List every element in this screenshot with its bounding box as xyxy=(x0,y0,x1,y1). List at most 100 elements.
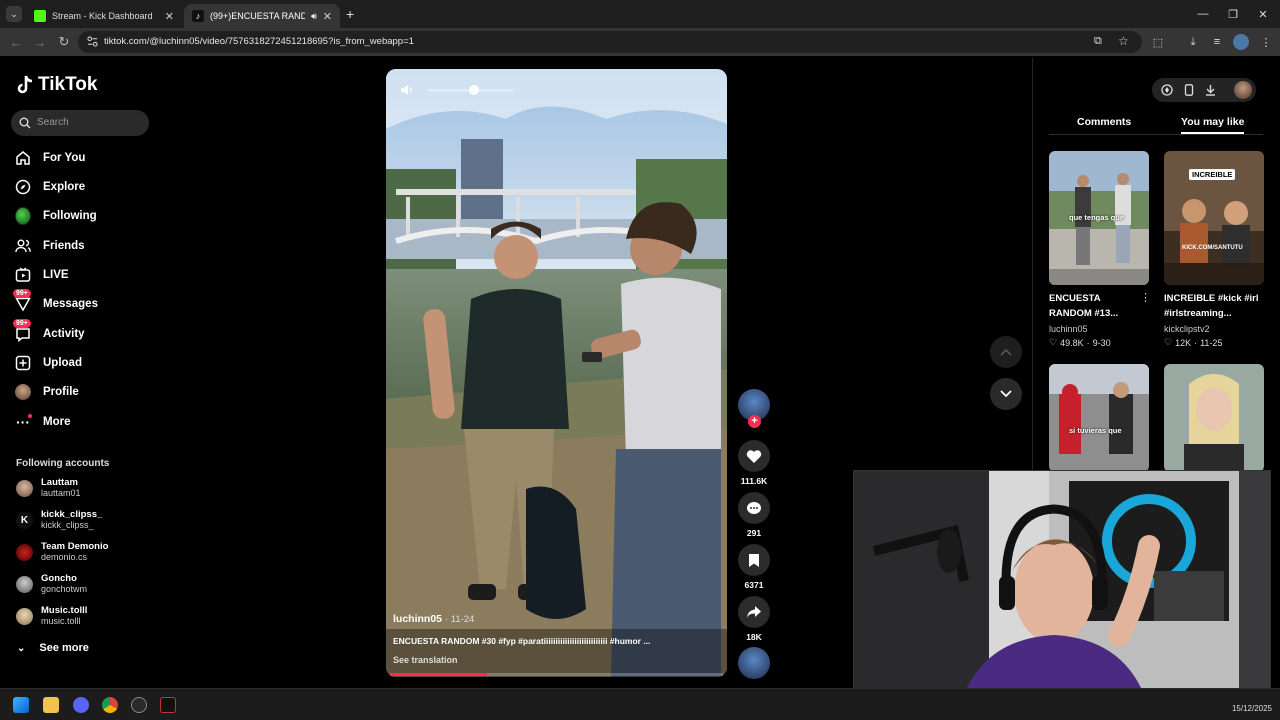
suggested-video-title[interactable]: INCREIBLE #kick #irl #irlstreaming... xyxy=(1164,291,1260,321)
account-name: kickk_clipss_ xyxy=(41,509,103,520)
following-account-item[interactable]: Team Demonio demonio.cs xyxy=(16,538,108,566)
new-tab-button[interactable]: + xyxy=(346,6,354,22)
search-input[interactable]: Search xyxy=(11,110,149,136)
tab-you-may-like[interactable]: You may like xyxy=(1181,116,1245,134)
back-button[interactable]: ← xyxy=(6,32,26,52)
share-button[interactable] xyxy=(738,596,770,628)
nav-activity[interactable]: 99+ Activity xyxy=(13,319,85,345)
nav-explore[interactable]: Explore xyxy=(15,176,85,198)
windows-start-icon[interactable] xyxy=(13,697,29,713)
browser-toolbar: ← → ↻ tiktok.com/@luchinn05/video/757631… xyxy=(0,28,1280,56)
nav-more[interactable]: ··· More xyxy=(15,411,70,433)
following-account-item[interactable]: K kickk_clipss_ kickk_clipss_ xyxy=(16,506,102,534)
video-player[interactable] xyxy=(386,69,727,677)
bookmark-star-icon[interactable]: ☆ xyxy=(1118,34,1129,48)
forward-button[interactable]: → xyxy=(30,32,50,52)
account-name: Music.tolll xyxy=(41,605,88,616)
suggested-video-meta: ♡ 12K · 11-25 xyxy=(1164,337,1222,348)
save-button[interactable] xyxy=(738,544,770,576)
activity-badge: 99+ xyxy=(13,319,31,328)
nav-following[interactable]: Following xyxy=(15,205,97,227)
suggested-video-likes: 12K xyxy=(1175,337,1192,348)
reading-list-icon[interactable]: ≡ xyxy=(1209,34,1225,50)
volume-icon[interactable] xyxy=(400,83,414,97)
see-translation-link[interactable]: See translation xyxy=(393,655,458,665)
taskbar-date: 15/12/2025 xyxy=(1231,704,1272,713)
reload-button[interactable]: ↻ xyxy=(54,32,74,52)
tab-title: Stream - Kick Dashboard xyxy=(52,11,153,21)
video-author[interactable]: luchinn05 · 11-24 xyxy=(393,613,474,625)
nav-live[interactable]: LIVE xyxy=(15,264,69,286)
nav-messages[interactable]: 99+ Messages xyxy=(13,289,98,315)
home-icon xyxy=(15,150,31,166)
suggested-video-thumbnail[interactable]: que tengas que xyxy=(1049,151,1149,285)
suggested-video-thumbnail[interactable] xyxy=(1164,364,1264,472)
nav-friends[interactable]: Friends xyxy=(15,235,85,257)
nav-profile[interactable]: Profile xyxy=(15,381,79,403)
more-options-icon[interactable]: ⋮ xyxy=(1140,291,1151,304)
heart-outline-icon: ♡ xyxy=(1049,337,1058,347)
menu-dots-icon[interactable]: ⋮ xyxy=(1258,34,1274,50)
next-video-button[interactable] xyxy=(990,378,1022,410)
following-account-item[interactable]: Lauttam lauttam01 xyxy=(16,474,81,502)
profile-icon[interactable] xyxy=(1233,34,1249,50)
suggested-video-thumbnail[interactable]: INCREIBLE KICK.COM/SANTUTU xyxy=(1164,151,1264,285)
meta-separator: · xyxy=(1194,337,1198,348)
close-tab-icon[interactable]: ✕ xyxy=(323,10,332,23)
webcam-feed xyxy=(854,471,1270,707)
previous-video-button[interactable] xyxy=(990,336,1022,368)
more-dots-icon: ··· xyxy=(16,414,32,430)
suggested-video-title[interactable]: ENCUESTA RANDOM #13... xyxy=(1049,291,1145,321)
tab-comments[interactable]: Comments xyxy=(1077,116,1131,128)
tab-audio-icon[interactable]: 🔊︎ xyxy=(311,11,317,22)
file-explorer-icon[interactable] xyxy=(43,697,59,713)
bookmark-icon xyxy=(749,553,759,567)
cast-icon[interactable]: ⧉ xyxy=(1094,35,1102,48)
address-bar[interactable]: tiktok.com/@luchinn05/video/757631827245… xyxy=(78,31,1142,53)
nav-upload[interactable]: Upload xyxy=(15,352,82,374)
site-info-icon[interactable] xyxy=(87,36,98,47)
suggested-video-thumbnail[interactable]: si tuvieras que xyxy=(1049,364,1149,472)
volume-slider-handle[interactable] xyxy=(469,85,479,95)
restore-button[interactable]: ❐ xyxy=(1216,0,1250,28)
video-progress-bar[interactable] xyxy=(390,673,723,676)
comment-icon xyxy=(747,501,761,514)
device-icon[interactable] xyxy=(1182,83,1196,97)
downloads-icon[interactable]: ⤓ xyxy=(1185,34,1201,50)
nav-for-you[interactable]: For You xyxy=(15,147,85,169)
minimize-button[interactable]: — xyxy=(1186,0,1220,28)
extensions-icon[interactable]: ⬚ xyxy=(1150,34,1166,50)
account-handle: music.tolll xyxy=(41,616,81,626)
chrome-icon[interactable] xyxy=(102,697,118,713)
see-more-button[interactable]: ⌄ See more xyxy=(17,637,89,659)
upload-icon xyxy=(15,355,31,371)
comment-button[interactable] xyxy=(738,492,770,524)
suggested-video-author[interactable]: kickclipstv2 xyxy=(1164,324,1210,334)
sound-avatar-button[interactable] xyxy=(738,647,770,679)
account-handle: kickk_clipss_ xyxy=(41,520,94,530)
save-count: 6371 xyxy=(744,580,764,590)
coin-icon[interactable] xyxy=(1160,83,1174,97)
nav-label: Activity xyxy=(43,328,85,340)
discord-icon[interactable] xyxy=(73,697,89,713)
share-count: 18K xyxy=(746,632,762,642)
avatar xyxy=(16,543,33,561)
tiktok-logo[interactable]: TikTok xyxy=(16,74,97,96)
user-avatar[interactable] xyxy=(1234,81,1252,99)
browser-tab-tiktok[interactable]: ♪ (99+)ENCUESTA RANDOM 🔊︎ ✕ xyxy=(184,4,340,28)
video-caption[interactable]: ENCUESTA RANDOM #30 #fyp #paratiiiiiiiii… xyxy=(393,636,650,646)
obs-icon[interactable] xyxy=(131,697,147,713)
download-icon[interactable] xyxy=(1203,83,1217,97)
close-tab-icon[interactable]: ✕ xyxy=(165,10,174,23)
following-account-item[interactable]: Goncho gonchotwm xyxy=(16,570,87,598)
follow-plus-icon[interactable]: + xyxy=(748,415,761,428)
heart-icon xyxy=(746,449,762,463)
panel-tabs: Comments You may like xyxy=(1049,113,1263,135)
close-window-button[interactable]: ✕ xyxy=(1246,0,1280,28)
following-account-item[interactable]: Music.tolll music.tolll xyxy=(16,602,87,630)
browser-tab-kick[interactable]: Stream - Kick Dashboard ✕ xyxy=(26,4,182,28)
suggested-video-author[interactable]: luchinn05 xyxy=(1049,324,1088,334)
tab-search-button[interactable]: ⌄ xyxy=(6,6,22,22)
app-icon[interactable] xyxy=(160,697,176,713)
like-button[interactable] xyxy=(738,440,770,472)
